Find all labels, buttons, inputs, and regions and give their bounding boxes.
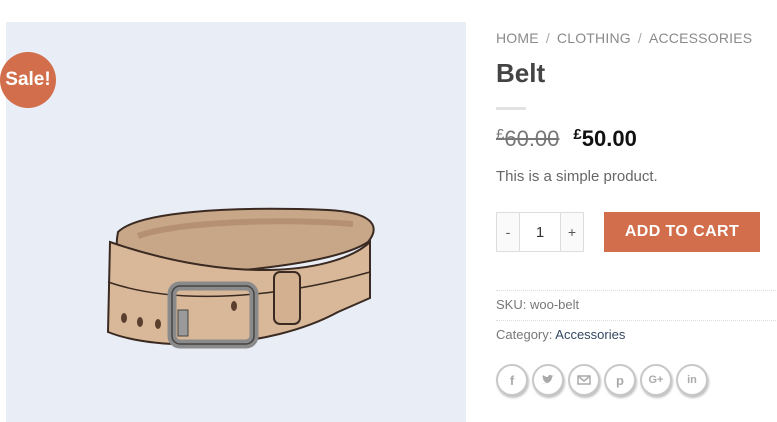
- sku-row: SKU: woo-belt: [496, 290, 776, 320]
- product-gallery[interactable]: [6, 22, 466, 422]
- breadcrumb-separator: /: [545, 30, 550, 46]
- category-label: Category:: [496, 327, 553, 342]
- title-divider: [496, 107, 526, 110]
- breadcrumb-clothing[interactable]: CLOTHING: [557, 30, 631, 46]
- short-description: This is a simple product.: [496, 168, 658, 185]
- linkedin-icon[interactable]: in: [676, 364, 708, 396]
- breadcrumb-separator: /: [637, 30, 642, 46]
- product-title: Belt: [496, 58, 546, 88]
- quantity-minus-button[interactable]: -: [497, 213, 519, 251]
- quantity-plus-button[interactable]: +: [561, 213, 583, 251]
- product-meta: SKU: woo-belt Category: Accessories: [496, 290, 776, 350]
- category-link[interactable]: Accessories: [555, 327, 625, 342]
- add-to-cart-button[interactable]: ADD TO CART: [604, 212, 760, 252]
- product-summary: HOME / CLOTHING / ACCESSORIES Belt £60.00 £5…: [496, 30, 776, 396]
- facebook-icon[interactable]: f: [496, 364, 528, 396]
- breadcrumb-accessories[interactable]: ACCESSORIES: [649, 30, 752, 46]
- sale-price: £50.00: [573, 126, 637, 151]
- email-icon[interactable]: [568, 364, 600, 396]
- breadcrumb: HOME / CLOTHING / ACCESSORIES: [496, 30, 776, 46]
- pinterest-icon[interactable]: p: [604, 364, 636, 396]
- sku-value: woo-belt: [529, 297, 580, 312]
- belt-image: [106, 207, 375, 349]
- google-plus-icon[interactable]: G+: [640, 364, 672, 396]
- quantity-input[interactable]: 1: [519, 213, 561, 251]
- sale-badge: Sale!: [0, 52, 56, 108]
- old-price: £60.00: [496, 126, 560, 151]
- twitter-icon[interactable]: [532, 364, 564, 396]
- breadcrumb-home[interactable]: HOME: [496, 30, 539, 46]
- quantity-stepper: - 1 +: [496, 212, 584, 252]
- product-price: £60.00 £50.00: [496, 126, 776, 152]
- share-icons: f p G+ in: [496, 364, 708, 396]
- category-row: Category: Accessories: [496, 320, 776, 350]
- add-to-cart-form: - 1 + ADD TO CART: [496, 212, 760, 252]
- sku-label: SKU:: [496, 297, 527, 312]
